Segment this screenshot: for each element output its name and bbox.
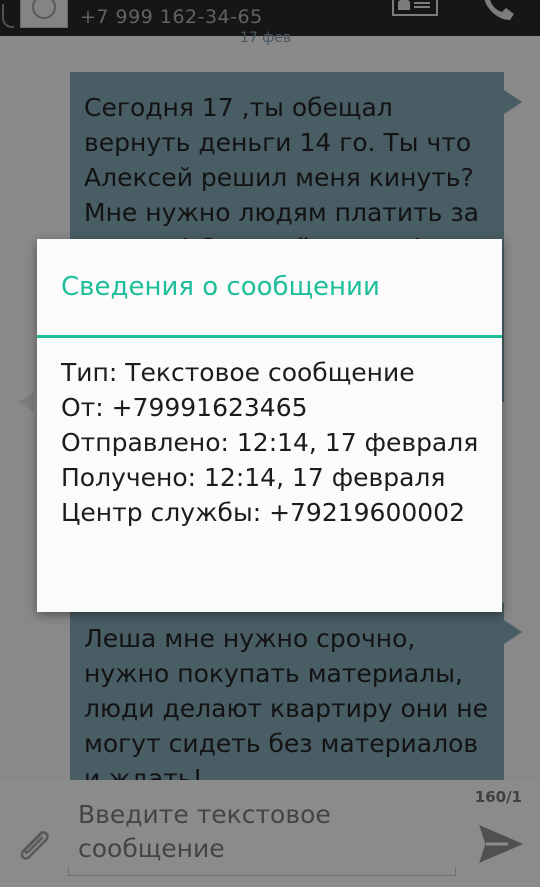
- dialog-title: Сведения о сообщении: [61, 272, 380, 302]
- message-details-dialog: Сведения о сообщении Тип: Текстовое сооб…: [37, 239, 502, 612]
- detail-received: Получено: 12:14, 17 февраля: [61, 463, 446, 492]
- detail-from: От: +79991623465: [61, 393, 308, 422]
- detail-type: Тип: Текстовое сообщение: [61, 358, 415, 387]
- dialog-divider: [37, 335, 502, 338]
- dialog-body: Тип: Текстовое сообщение От: +7999162346…: [61, 355, 491, 530]
- detail-sent: Отправлено: 12:14, 17 февраля: [61, 428, 479, 457]
- detail-service-center: Центр службы: +79219600002: [61, 498, 465, 527]
